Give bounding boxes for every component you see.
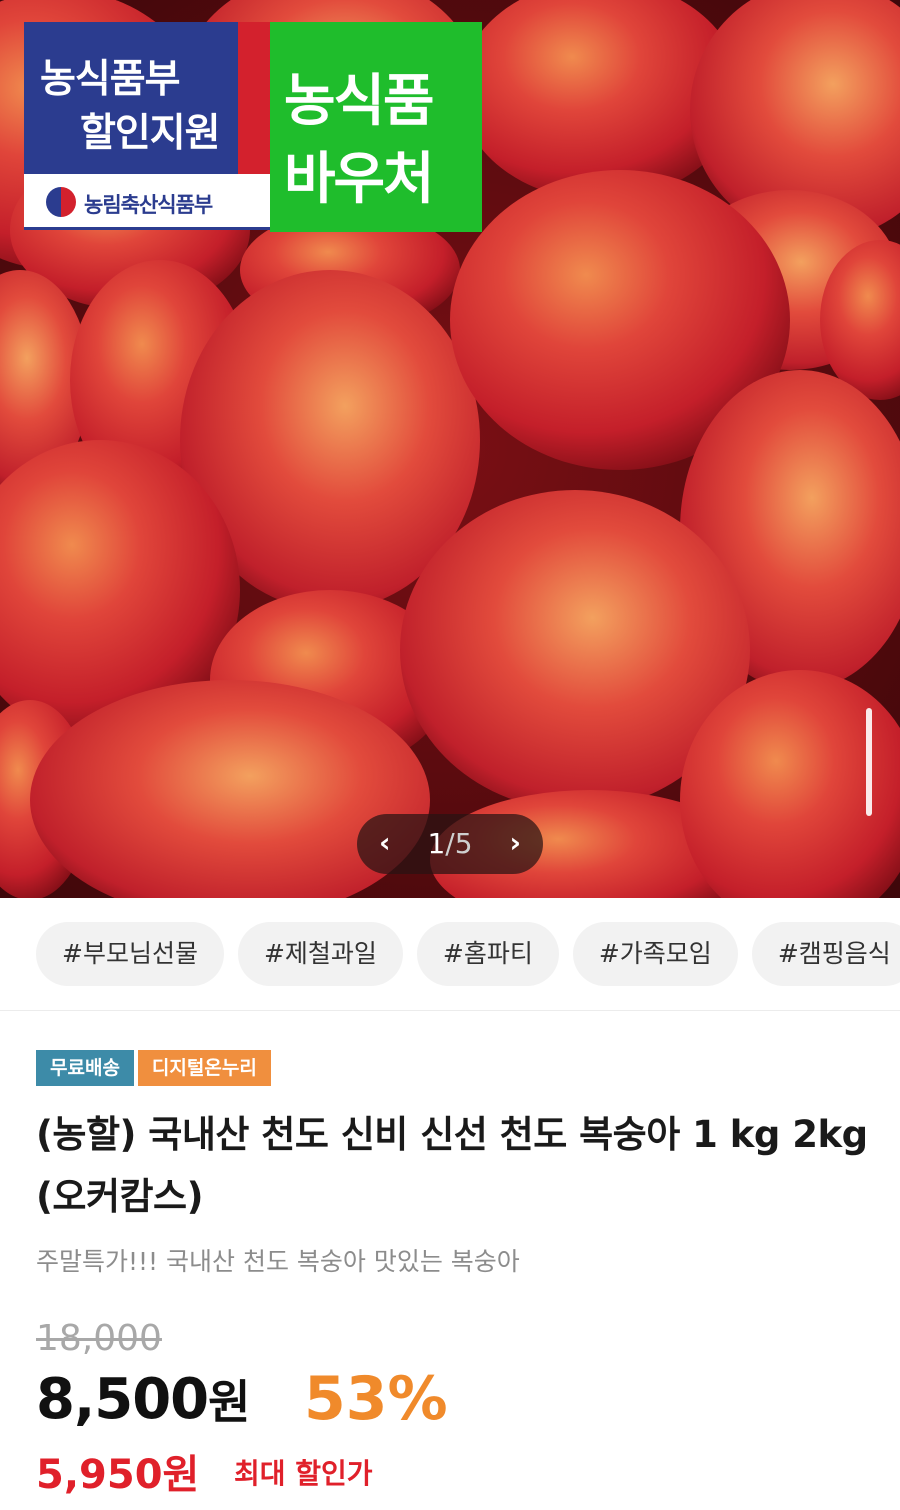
ministry-name: 농림축산식품부: [84, 193, 213, 217]
hashtag-chip[interactable]: #부모님선물: [36, 922, 224, 986]
product-image-carousel[interactable]: 농식품부 할인지원 농림축산식품부 농식품 바우처 ‹ 1/5 ›: [0, 0, 900, 898]
discount-rate: 53%: [304, 1364, 448, 1434]
badge-text-ministry-discount: 농식품부: [40, 57, 181, 102]
sale-price-value: 8,500: [36, 1367, 209, 1432]
hashtag-chip[interactable]: #가족모임: [572, 922, 738, 986]
hashtag-chip[interactable]: #캠핑음식: [751, 922, 900, 986]
voucher-badge-blue: 농식품부 할인지원: [24, 22, 240, 174]
hashtag-list: #부모님선물 #제철과일 #홈파티 #가족모임 #캠핑음식: [36, 922, 900, 986]
badge-text-voucher: 바우처: [284, 147, 435, 212]
badge-red-stripe: [238, 22, 270, 174]
free-shipping-badge: 무료배송: [36, 1050, 134, 1086]
hashtag-chip[interactable]: #제철과일: [237, 922, 403, 986]
product-subtitle: 주말특가!!! 국내산 천도 복숭아 맛있는 복숭아: [36, 1247, 520, 1276]
product-labels: 무료배송 디지털온누리: [36, 1050, 275, 1086]
carousel-current: 1: [427, 827, 446, 860]
ministry-strip: 농림축산식품부: [24, 174, 270, 230]
sale-price: 8,500원: [36, 1366, 250, 1432]
carousel-separator: /: [445, 827, 455, 860]
voucher-badge-green: 농식품 바우처: [270, 22, 482, 232]
product-title: (농할) 국내산 천도 신비 신선 천도 복숭아 1 kg 2kg (오커캄스): [36, 1113, 868, 1218]
taegeuk-emblem-icon: [46, 187, 76, 217]
digital-onnuri-badge: 디지털온누리: [137, 1050, 271, 1086]
carousel-pager: ‹ 1/5 ›: [357, 814, 543, 874]
hashtag-chip[interactable]: #홈파티: [416, 922, 559, 986]
carousel-total: 5: [454, 827, 473, 860]
section-divider: [0, 1010, 900, 1011]
badge-text-discount-support: 할인지원: [80, 111, 221, 156]
badge-text-agrifood: 농식품: [284, 69, 435, 134]
original-price: 18,000: [36, 1318, 162, 1359]
max-discount-price: 5,950원: [36, 1452, 200, 1498]
scroll-indicator[interactable]: [866, 708, 872, 816]
chevron-right-icon[interactable]: ›: [509, 826, 521, 859]
max-discount-label: 최대 할인가: [234, 1457, 373, 1490]
sale-price-unit: 원: [208, 1375, 250, 1429]
